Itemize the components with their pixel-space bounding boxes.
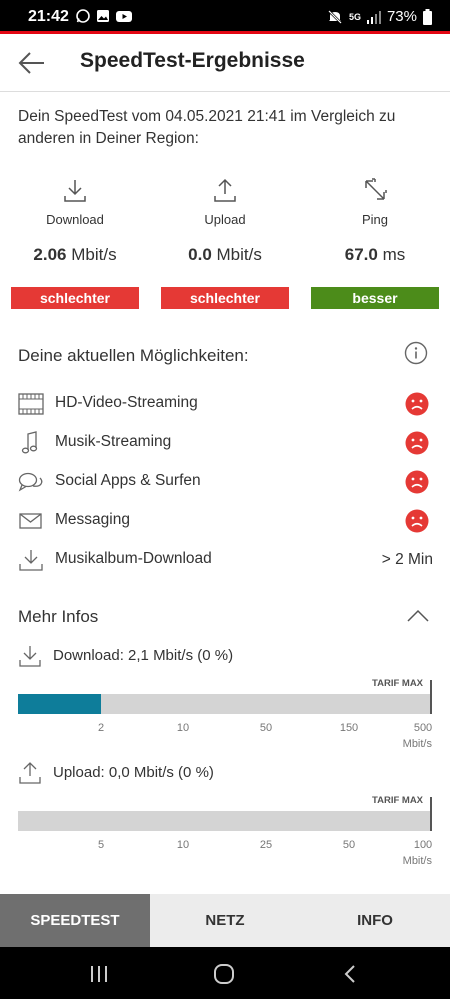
- upload-icon: [18, 762, 42, 784]
- download-icon: [18, 645, 42, 667]
- mute-icon: [328, 9, 342, 24]
- tarif-max-marker: [430, 797, 432, 831]
- signal-icon: [366, 10, 381, 24]
- tab-netz[interactable]: NETZ: [150, 894, 300, 947]
- option-album-download: Musikalbum-Download > 2 Min: [18, 545, 433, 575]
- clock: 21:42: [28, 8, 69, 25]
- sad-face-icon: [405, 431, 429, 455]
- option-messaging: Messaging: [18, 506, 433, 536]
- sad-face-icon: [405, 470, 429, 494]
- network-type: 5G: [348, 11, 361, 22]
- bottom-tab-bar: SPEEDTEST NETZ INFO: [0, 894, 450, 947]
- music-note-icon: [18, 431, 44, 455]
- upload-rating-badge: schlechter: [161, 287, 289, 309]
- metric-label: Upload: [204, 212, 246, 227]
- metric-upload: Upload 0.0 Mbit/s: [160, 170, 290, 265]
- recent-apps-icon[interactable]: [88, 963, 110, 985]
- info-icon[interactable]: [404, 341, 428, 365]
- tick-label: 2: [97, 722, 105, 734]
- option-label: Social Apps & Surfen: [55, 472, 201, 489]
- option-social-apps: Social Apps & Surfen: [18, 467, 433, 497]
- metric-label: Download: [46, 212, 104, 227]
- ping-icon: [361, 176, 389, 204]
- back-icon[interactable]: [340, 963, 362, 985]
- unit-label: Mbit/s: [402, 738, 432, 750]
- home-icon[interactable]: [213, 963, 235, 985]
- film-icon: [18, 392, 44, 416]
- download-bar-fill: [18, 694, 101, 714]
- metric-ping: Ping 67.0 ms: [310, 170, 440, 265]
- upload-info-text: Upload: 0,0 Mbit/s (0 %): [53, 764, 214, 781]
- notification-icons: [76, 9, 132, 23]
- image-icon: [96, 9, 110, 23]
- battery-icon: [423, 8, 432, 25]
- chat-bubbles-icon: [18, 470, 44, 494]
- option-label: HD-Video-Streaming: [55, 394, 198, 411]
- whatsapp-icon: [76, 9, 90, 23]
- tick-label: 150: [339, 722, 359, 734]
- download-icon: [61, 176, 89, 204]
- tab-speedtest[interactable]: SPEEDTEST: [0, 894, 150, 947]
- download-icon: [18, 548, 44, 572]
- tarif-max-label: TARIF MAX: [372, 678, 424, 689]
- download-info-text: Download: 2,1 Mbit/s (0 %): [53, 647, 234, 664]
- envelope-icon: [18, 509, 44, 533]
- option-music-streaming: Musik-Streaming: [18, 428, 433, 458]
- upload-icon: [211, 176, 239, 204]
- option-label: Musikalbum-Download: [55, 550, 212, 567]
- app-header: SpeedTest-Ergebnisse: [0, 34, 450, 92]
- option-label: Musik-Streaming: [55, 433, 172, 450]
- metric-value: 2.06 Mbit/s: [33, 245, 117, 264]
- option-hd-video: HD-Video-Streaming: [18, 389, 433, 419]
- metric-value: 67.0 ms: [344, 245, 406, 264]
- metric-value: 0.0 Mbit/s: [188, 245, 262, 264]
- tick-label: 5: [97, 839, 105, 851]
- tick-label: 25: [259, 839, 273, 851]
- upload-info-line: Upload: 0,0 Mbit/s (0 %): [18, 762, 438, 786]
- tick-label: 10: [176, 839, 190, 851]
- tarif-max-label: TARIF MAX: [372, 795, 424, 806]
- back-arrow-icon[interactable]: [18, 50, 46, 76]
- youtube-icon: [116, 9, 132, 23]
- intro-text: Dein SpeedTest vom 04.05.2021 21:41 im V…: [18, 108, 396, 147]
- chevron-up-icon[interactable]: [406, 608, 430, 624]
- metric-label: Ping: [361, 212, 389, 227]
- more-info-title: Mehr Infos: [18, 607, 99, 626]
- page-title: SpeedTest-Ergebnisse: [80, 49, 305, 72]
- download-bar: [18, 680, 432, 714]
- metrics-section: Download 2.06 Mbit/s Upload 0.0 Mbit/s P…: [0, 170, 450, 315]
- option-label: Messaging: [55, 511, 130, 528]
- download-rating-badge: schlechter: [11, 287, 139, 309]
- upload-bar: [18, 797, 432, 831]
- tab-info[interactable]: INFO: [300, 894, 450, 947]
- options-title: Deine aktuellen Möglichkeiten:: [18, 346, 249, 365]
- status-bar: 21:42 5G 73%: [0, 0, 450, 34]
- tick-label: 50: [342, 839, 356, 851]
- system-indicators: 5G 73%: [327, 8, 432, 25]
- sad-face-icon: [405, 509, 429, 533]
- tick-label: 100: [413, 839, 433, 851]
- unit-label: Mbit/s: [402, 855, 432, 867]
- battery-level: 73%: [386, 8, 417, 25]
- sad-face-icon: [405, 392, 429, 416]
- system-nav-bar: [0, 947, 450, 999]
- download-info-line: Download: 2,1 Mbit/s (0 %): [18, 645, 438, 669]
- metric-download: Download 2.06 Mbit/s: [10, 170, 140, 265]
- option-value: > 2 Min: [381, 551, 433, 568]
- tick-label: 50: [259, 722, 273, 734]
- tick-label: 500: [413, 722, 433, 734]
- tarif-max-marker: [430, 680, 432, 714]
- ping-rating-badge: besser: [311, 287, 439, 309]
- tick-label: 10: [176, 722, 190, 734]
